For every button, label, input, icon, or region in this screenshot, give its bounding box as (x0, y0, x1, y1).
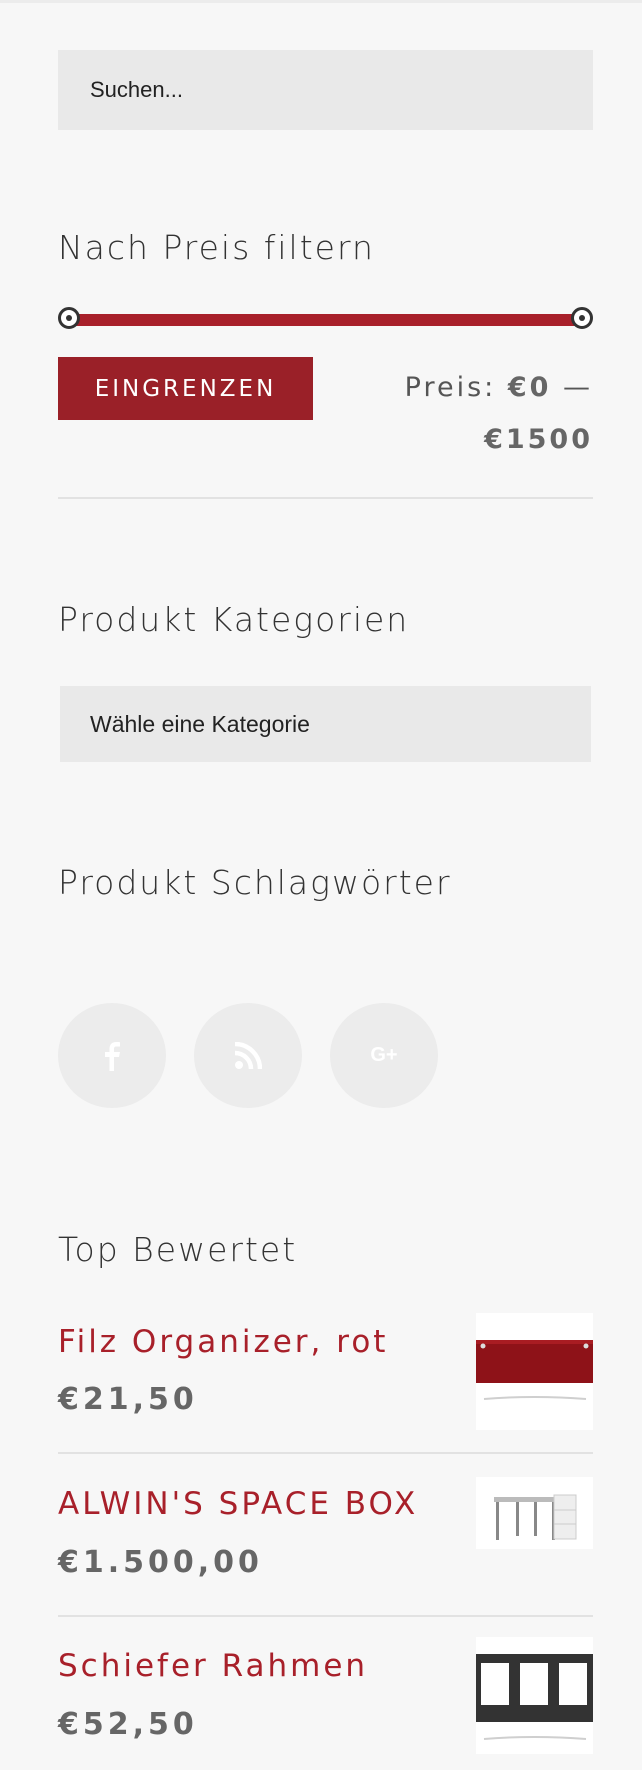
category-select[interactable]: Wähle eine Kategorie (60, 686, 591, 762)
space-box-table-image (494, 1494, 577, 1540)
rss-icon (234, 1041, 262, 1070)
google-plus-button[interactable]: G+ (330, 1003, 438, 1108)
slate-frame-image (476, 1654, 593, 1740)
price-slider-max-handle[interactable] (571, 307, 593, 329)
product-link[interactable]: ALWIN'S SPACE BOX (58, 1486, 418, 1522)
price-prefix: Preis: (404, 372, 497, 403)
google-plus-icon: G+ (370, 1044, 398, 1066)
divider (58, 497, 593, 499)
category-select-value: Wähle eine Kategorie (90, 710, 310, 737)
red-felt-organizer-image (476, 1340, 593, 1400)
price-max-value: €1500 (484, 424, 593, 455)
rss-button[interactable] (194, 1003, 302, 1108)
categories-title: Produkt Kategorien (58, 600, 410, 639)
top-border (0, 0, 642, 3)
price-slider-min-handle[interactable] (58, 307, 80, 329)
top-rated-title: Top Bewertet (58, 1230, 298, 1269)
facebook-icon (102, 1041, 122, 1071)
divider (58, 1452, 593, 1454)
product-price: €52,50 (58, 1707, 198, 1742)
product-link[interactable]: Schiefer Rahmen (58, 1648, 368, 1684)
filter-button[interactable]: EINGRENZEN (58, 357, 313, 420)
price-separator: — (563, 372, 593, 403)
price-slider[interactable] (58, 303, 593, 337)
tags-title: Produkt Schlagwörter (58, 863, 452, 902)
product-thumbnail[interactable] (476, 1637, 593, 1754)
facebook-button[interactable] (58, 1003, 166, 1108)
product-thumbnail[interactable] (476, 1313, 593, 1430)
product-thumbnail[interactable] (476, 1477, 593, 1549)
search-input[interactable] (58, 50, 593, 130)
price-slider-range (69, 314, 582, 326)
divider (58, 1615, 593, 1617)
price-range-label: Preis: €0 — €1500 (353, 362, 593, 466)
product-price: €1.500,00 (58, 1545, 263, 1580)
price-filter-title: Nach Preis filtern (58, 228, 375, 267)
price-min-value: €0 (507, 372, 552, 403)
product-price: €21,50 (58, 1382, 198, 1417)
product-link[interactable]: Filz Organizer, rot (58, 1324, 388, 1360)
